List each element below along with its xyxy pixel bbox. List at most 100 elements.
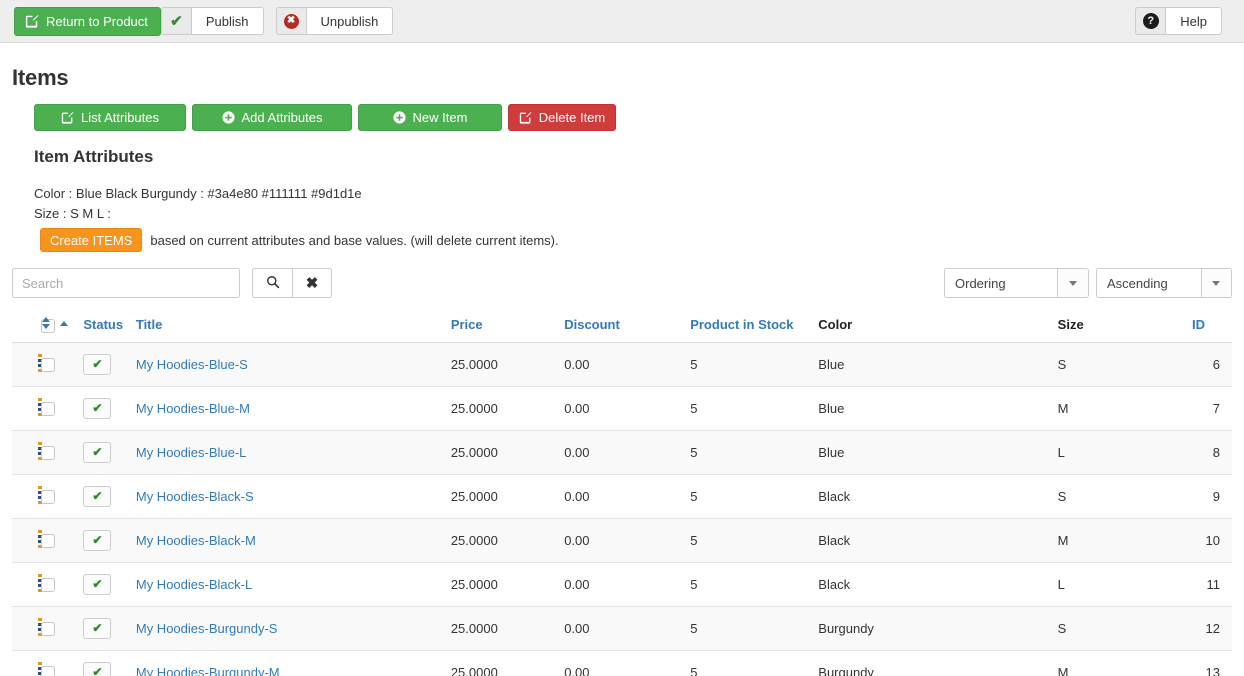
item-title-link[interactable]: My Hoodies-Black-M xyxy=(136,533,256,548)
delete-item-label: Delete Item xyxy=(539,111,605,124)
sort-ascending-icon[interactable] xyxy=(60,321,68,326)
x-circle-icon: ✖ xyxy=(276,7,306,35)
row-drag-handle[interactable] xyxy=(12,562,41,606)
row-size-cell: S xyxy=(1058,342,1192,386)
attribute-line-size: Size : S M L : xyxy=(34,204,1232,224)
table-row: ✔My Hoodies-Blue-L25.00000.005BlueL8 xyxy=(12,430,1232,474)
status-published-button[interactable]: ✔ xyxy=(83,354,111,375)
table-row: ✔My Hoodies-Blue-M25.00000.005BlueM7 xyxy=(12,386,1232,430)
item-title-link[interactable]: My Hoodies-Blue-M xyxy=(136,401,250,416)
unpublish-button[interactable]: Unpublish xyxy=(306,7,394,35)
row-color-cell: Blue xyxy=(818,342,1057,386)
chevron-down-icon xyxy=(1057,269,1088,297)
row-title-cell: My Hoodies-Burgundy-M xyxy=(136,650,451,676)
header-status[interactable]: Status xyxy=(83,311,135,342)
header-id[interactable]: ID xyxy=(1192,311,1232,342)
items-table-header-row: Status Title Price Discount Product in S… xyxy=(12,311,1232,342)
publish-button-group: ✔ Publish xyxy=(161,7,264,35)
item-title-link[interactable]: My Hoodies-Burgundy-S xyxy=(136,621,278,636)
row-select-cell xyxy=(41,650,83,676)
question-circle-icon: ? xyxy=(1135,7,1165,35)
search-submit-button[interactable] xyxy=(252,268,292,298)
row-drag-handle[interactable] xyxy=(12,518,41,562)
row-checkbox[interactable] xyxy=(41,358,55,372)
ordering-select[interactable]: Ordering xyxy=(944,268,1089,298)
row-status-cell: ✔ xyxy=(83,650,135,676)
item-title-link[interactable]: My Hoodies-Blue-S xyxy=(136,357,248,372)
row-discount-cell: 0.00 xyxy=(564,386,690,430)
row-drag-handle[interactable] xyxy=(12,474,41,518)
new-item-button[interactable]: New Item xyxy=(358,104,502,131)
check-icon: ✔ xyxy=(92,446,102,458)
list-attributes-label: List Attributes xyxy=(81,111,159,124)
row-drag-handle[interactable] xyxy=(12,650,41,676)
status-published-button[interactable]: ✔ xyxy=(83,442,111,463)
status-published-button[interactable]: ✔ xyxy=(83,574,111,595)
row-size-cell: L xyxy=(1058,562,1192,606)
row-price-cell: 25.0000 xyxy=(451,430,564,474)
table-row: ✔My Hoodies-Burgundy-S25.00000.005Burgun… xyxy=(12,606,1232,650)
unpublish-button-group: ✖ Unpublish xyxy=(276,7,394,35)
status-published-button[interactable]: ✔ xyxy=(83,662,111,676)
row-status-cell: ✔ xyxy=(83,386,135,430)
page-body: Items List Attributes Add Attributes xyxy=(0,65,1244,676)
header-size: Size xyxy=(1058,311,1192,342)
row-discount-cell: 0.00 xyxy=(564,518,690,562)
status-published-button[interactable]: ✔ xyxy=(83,530,111,551)
add-attributes-button[interactable]: Add Attributes xyxy=(192,104,352,131)
row-checkbox[interactable] xyxy=(41,622,55,636)
item-title-link[interactable]: My Hoodies-Black-L xyxy=(136,577,252,592)
row-checkbox[interactable] xyxy=(41,534,55,548)
row-stock-cell: 5 xyxy=(690,474,818,518)
check-icon: ✔ xyxy=(92,578,102,590)
sort-updown-icon[interactable] xyxy=(42,317,51,329)
row-checkbox[interactable] xyxy=(41,402,55,416)
list-attributes-button[interactable]: List Attributes xyxy=(34,104,186,131)
row-drag-handle[interactable] xyxy=(12,606,41,650)
row-drag-handle[interactable] xyxy=(12,342,41,386)
status-published-button[interactable]: ✔ xyxy=(83,486,111,507)
item-title-link[interactable]: My Hoodies-Black-S xyxy=(136,489,254,504)
delete-item-button[interactable]: Delete Item xyxy=(508,104,616,131)
row-checkbox[interactable] xyxy=(41,490,55,504)
return-to-product-button[interactable]: Return to Product xyxy=(14,7,161,36)
row-title-cell: My Hoodies-Blue-S xyxy=(136,342,451,386)
top-toolbar: Return to Product ✔ Publish ✖ Unpublish … xyxy=(0,0,1244,43)
item-title-link[interactable]: My Hoodies-Blue-L xyxy=(136,445,247,460)
row-stock-cell: 5 xyxy=(690,650,818,676)
x-icon: ✖ xyxy=(306,274,319,292)
row-discount-cell: 0.00 xyxy=(564,430,690,474)
publish-button[interactable]: Publish xyxy=(191,7,264,35)
header-price[interactable]: Price xyxy=(451,311,564,342)
search-clear-button[interactable]: ✖ xyxy=(292,268,332,298)
row-checkbox[interactable] xyxy=(41,666,55,676)
row-checkbox[interactable] xyxy=(41,578,55,592)
status-published-button[interactable]: ✔ xyxy=(83,398,111,419)
header-product-in-stock[interactable]: Product in Stock xyxy=(690,311,818,342)
help-button[interactable]: Help xyxy=(1165,7,1222,35)
row-title-cell: My Hoodies-Burgundy-S xyxy=(136,606,451,650)
row-price-cell: 25.0000 xyxy=(451,518,564,562)
row-stock-cell: 5 xyxy=(690,606,818,650)
row-drag-handle[interactable] xyxy=(12,430,41,474)
row-color-cell: Burgundy xyxy=(818,606,1057,650)
row-select-cell xyxy=(41,430,83,474)
search-input[interactable] xyxy=(12,268,240,298)
create-items-button[interactable]: Create ITEMS xyxy=(40,228,142,252)
row-id-cell: 13 xyxy=(1192,650,1232,676)
row-checkbox[interactable] xyxy=(41,446,55,460)
table-row: ✔My Hoodies-Black-M25.00000.005BlackM10 xyxy=(12,518,1232,562)
direction-select[interactable]: Ascending xyxy=(1096,268,1232,298)
header-discount[interactable]: Discount xyxy=(564,311,690,342)
row-id-cell: 6 xyxy=(1192,342,1232,386)
row-size-cell: L xyxy=(1058,430,1192,474)
row-select-cell xyxy=(41,606,83,650)
row-status-cell: ✔ xyxy=(83,562,135,606)
row-select-cell xyxy=(41,518,83,562)
row-drag-handle[interactable] xyxy=(12,386,41,430)
row-discount-cell: 0.00 xyxy=(564,342,690,386)
item-title-link[interactable]: My Hoodies-Burgundy-M xyxy=(136,665,280,676)
header-title[interactable]: Title xyxy=(136,311,451,342)
status-published-button[interactable]: ✔ xyxy=(83,618,111,639)
row-select-cell xyxy=(41,386,83,430)
